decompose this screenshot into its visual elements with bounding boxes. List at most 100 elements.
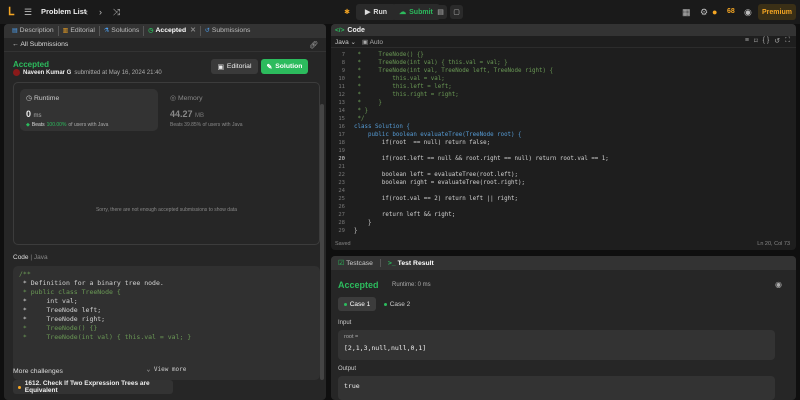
memory-value: 44.27 MB <box>170 109 205 119</box>
line-number: 16 <box>338 124 345 130</box>
notes-icon[interactable]: ▤ <box>434 5 447 19</box>
streak-count[interactable]: 68 <box>727 6 735 18</box>
line-number: 29 <box>338 228 345 234</box>
close-tab-icon[interactable]: ✕ <box>190 26 196 36</box>
case-1-tab[interactable]: Case 1 <box>338 297 376 311</box>
code-line: * int val; <box>19 297 78 305</box>
description-icon: ▤ <box>12 28 18 34</box>
pass-dot <box>343 302 347 306</box>
shuffle-icon[interactable]: ⤨ <box>113 6 120 18</box>
whiteboard-icon[interactable]: ▢ <box>450 5 463 19</box>
difficulty-dot <box>18 385 21 389</box>
premium-button[interactable]: Premium <box>758 4 796 20</box>
result-status: Accepted <box>338 280 379 290</box>
fullscreen-icon[interactable]: ⛶ <box>785 37 790 45</box>
tab-description[interactable]: ▤ Description <box>8 26 59 36</box>
code-line: if(root.left == null && root.right == nu… <box>354 156 609 162</box>
streak-icon[interactable]: ● <box>712 6 717 18</box>
code-line: * public class TreeNode { <box>19 288 121 296</box>
code-line: */ <box>354 116 365 122</box>
tab-submissions[interactable]: ↺ Submissions <box>201 26 255 36</box>
clock-icon: ◷ <box>148 28 154 34</box>
editorial-icon: ▥ <box>62 28 69 34</box>
code-line: * TreeNode(int val) { this.val = val; } <box>19 333 192 341</box>
line-number: 18 <box>338 140 345 146</box>
run-button[interactable]: ▶ Run <box>356 4 396 20</box>
submission-author: Naveen Kumar G submitted at May 16, 2024… <box>13 69 162 76</box>
challenge-item[interactable]: 1612. Check If Two Expression Trees are … <box>13 380 173 394</box>
submission-status: Accepted <box>13 60 50 69</box>
result-tabs: ☑ Testcase >_ Test Result <box>331 256 796 270</box>
problem-list-link[interactable]: Problem List <box>41 6 86 18</box>
code-line: * TreeNode() {} <box>354 52 424 58</box>
avatar[interactable] <box>13 69 20 76</box>
input-box[interactable]: root = [2,1,3,null,null,0,1] <box>338 330 775 360</box>
code-line: * TreeNode left; <box>19 306 102 314</box>
line-number: 20 <box>338 156 345 162</box>
layout-icon[interactable]: ▦ <box>682 6 691 18</box>
tab-solutions[interactable]: ⚗ Solutions <box>100 26 145 36</box>
code-line: * this.left = left; <box>354 84 452 90</box>
runtime-beats: ◆ Beats 100.00% of users with Java <box>26 122 109 128</box>
runtime-card[interactable]: ◷ Runtime 0 ms ◆ Beats 100.00% of users … <box>20 89 158 131</box>
lock-icon: ▣ <box>362 38 369 46</box>
line-number: 25 <box>338 196 345 202</box>
line-number: 10 <box>338 76 345 82</box>
clock-icon: ◷ <box>26 95 32 102</box>
code-editor-panel: </> Code Java ⌄ ▣ Auto ≡ ⌑ { } ↺ ⛶ 7 * T… <box>331 24 796 250</box>
scrollbar[interactable] <box>320 104 324 380</box>
line-number: 23 <box>338 180 345 186</box>
all-submissions-link[interactable]: ← All Submissions <box>12 41 68 48</box>
code-panel-header: </> Code <box>331 24 796 36</box>
line-number: 11 <box>338 84 345 90</box>
notes-icon[interactable]: ≡ <box>745 37 749 45</box>
stats-box: ◷ Runtime 0 ms ◆ Beats 100.00% of users … <box>13 82 320 245</box>
code-preview[interactable]: /** * Definition for a binary tree node.… <box>13 266 320 380</box>
leetcode-logo-icon[interactable]: ᒪ <box>8 6 19 18</box>
code-line: * } <box>354 100 382 106</box>
tab-accepted[interactable]: ◷ Accepted ✕ <box>144 26 201 36</box>
pass-dot <box>383 302 387 306</box>
code-line: * TreeNode(int val, TreeNode left, TreeN… <box>354 68 553 74</box>
left-panel: ▤ Description ▥ Editorial ⚗ Solutions ◷ … <box>4 24 326 400</box>
language-select[interactable]: Java ⌄ <box>335 38 356 46</box>
prev-problem-icon[interactable]: ‹ <box>85 6 88 18</box>
top-bar: ᒪ ☰ Problem List ‹ › ⤨ ✱ ▶ Run ☁ Submit … <box>0 0 800 24</box>
bookmark-icon[interactable]: ⌑ <box>754 37 758 45</box>
code-line: } <box>354 228 358 234</box>
line-number: 21 <box>338 164 345 170</box>
output-box[interactable]: true <box>338 376 775 400</box>
chip-icon: ◎ <box>170 95 176 102</box>
case-2-tab[interactable]: Case 2 <box>379 297 415 311</box>
settings-icon[interactable]: ⚙ <box>700 6 708 18</box>
auto-mode-toggle[interactable]: ▣ Auto <box>362 38 383 46</box>
param-value: [2,1,3,null,null,0,1] <box>344 344 427 352</box>
tab-editorial[interactable]: ▥ Editorial <box>59 26 100 36</box>
tab-test-result[interactable]: >_ Test Result <box>385 260 437 267</box>
line-number: 24 <box>338 188 345 194</box>
submit-button[interactable]: ☁ Submit <box>392 4 440 20</box>
solution-button[interactable]: ✎ Solution <box>261 59 308 74</box>
code-line: /** <box>19 270 31 278</box>
upload-icon: ☁ <box>399 9 407 16</box>
flask-icon: ⚗ <box>103 28 110 34</box>
line-number: 14 <box>338 108 345 114</box>
code-editor[interactable]: 7 * TreeNode() {} 8 * TreeNode(int val) {… <box>331 50 796 238</box>
reset-icon[interactable]: ↺ <box>774 37 780 45</box>
code-line: boolean right = evaluateTree(root.right)… <box>354 180 526 186</box>
problem-list-icon[interactable]: ☰ <box>24 6 32 18</box>
share-link-icon[interactable]: 🔗︎ <box>309 41 318 49</box>
code-line: boolean left = evaluateTree(root.left); <box>354 172 519 178</box>
tab-testcase[interactable]: ☑ Testcase <box>335 259 376 268</box>
avatar-icon[interactable]: ◉ <box>744 6 752 18</box>
empty-chart-message: Sorry, there are not enough accepted sub… <box>95 207 238 213</box>
chevron-down-icon: ⌄ <box>146 366 151 373</box>
line-number: 15 <box>338 116 345 122</box>
eye-icon[interactable]: ◉ <box>775 280 782 289</box>
memory-card[interactable]: ◎ Memory 44.27 MB Beats 39.85% of users … <box>164 89 314 131</box>
next-problem-icon[interactable]: › <box>99 6 102 18</box>
line-number: 9 <box>341 68 345 74</box>
editorial-button[interactable]: ▣ Editorial <box>211 59 258 74</box>
format-icon[interactable]: { } <box>763 37 770 45</box>
debug-icon[interactable]: ✱ <box>340 5 354 19</box>
